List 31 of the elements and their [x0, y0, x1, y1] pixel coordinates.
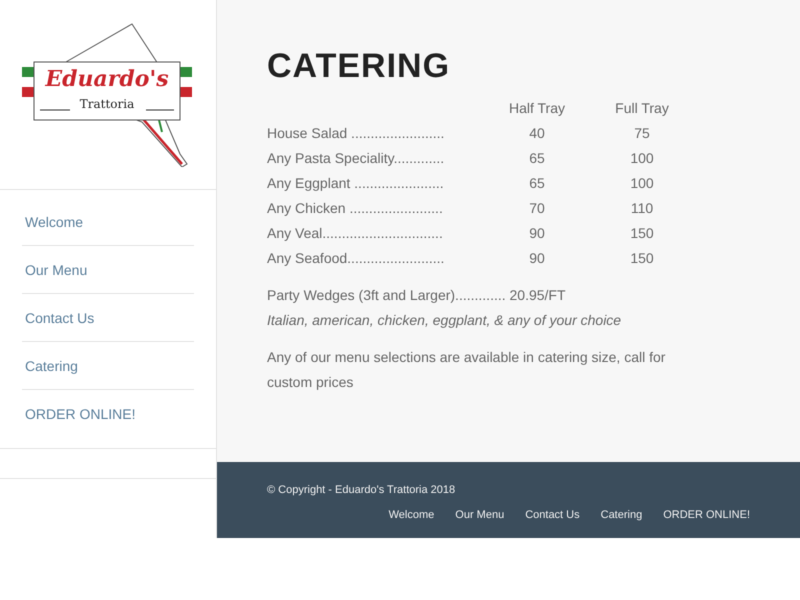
party-wedges: Party Wedges (3ft and Larger)............. 20.95/FT	[267, 286, 567, 305]
nav-link[interactable]: Contact Us	[22, 294, 194, 342]
column-header: Half Tray	[508, 99, 566, 118]
full-tray-price: 110	[630, 199, 654, 218]
catering-note: Any of our menu selections are available in catering size, call for custom prices	[267, 348, 666, 392]
half-tray-price: 40	[528, 124, 546, 143]
copyright: © Copyright - Eduardo's Trattoria 2018	[267, 483, 456, 498]
full-tray-price: 100	[629, 174, 655, 193]
half-tray-price: 90	[528, 224, 546, 243]
half-tray-price: 65	[528, 174, 546, 193]
nav-link[interactable]: Catering	[22, 342, 194, 390]
full-tray-price: 100	[629, 149, 655, 168]
nav-link[interactable]: Welcome	[22, 198, 194, 246]
column-header: Full Tray	[614, 99, 670, 118]
party-wedges-note: Italian, american, chicken, eggplant, & any of your choice	[267, 311, 622, 330]
footer-link[interactable]: Contact Us	[525, 506, 580, 523]
full-tray-price: 75	[633, 124, 651, 143]
half-tray-price: 90	[528, 249, 546, 268]
footer-link[interactable]: Catering	[600, 506, 642, 523]
nav-link[interactable]: ORDER ONLINE!	[22, 390, 194, 438]
logo-name: Eduardo's	[45, 65, 169, 94]
logo-tagline: Trattoria	[80, 96, 134, 112]
nav-link[interactable]: Our Menu	[22, 246, 194, 294]
full-tray-price: 150	[629, 249, 655, 268]
half-tray-price: 70	[528, 199, 546, 218]
half-tray-price: 65	[528, 149, 546, 168]
page-title: CATERING	[267, 46, 452, 87]
footer-link[interactable]: Welcome	[388, 506, 434, 523]
footer-link[interactable]: Our Menu	[455, 506, 504, 523]
footer-link[interactable]: ORDER ONLINE!	[663, 506, 750, 523]
full-tray-price: 150	[629, 224, 655, 243]
